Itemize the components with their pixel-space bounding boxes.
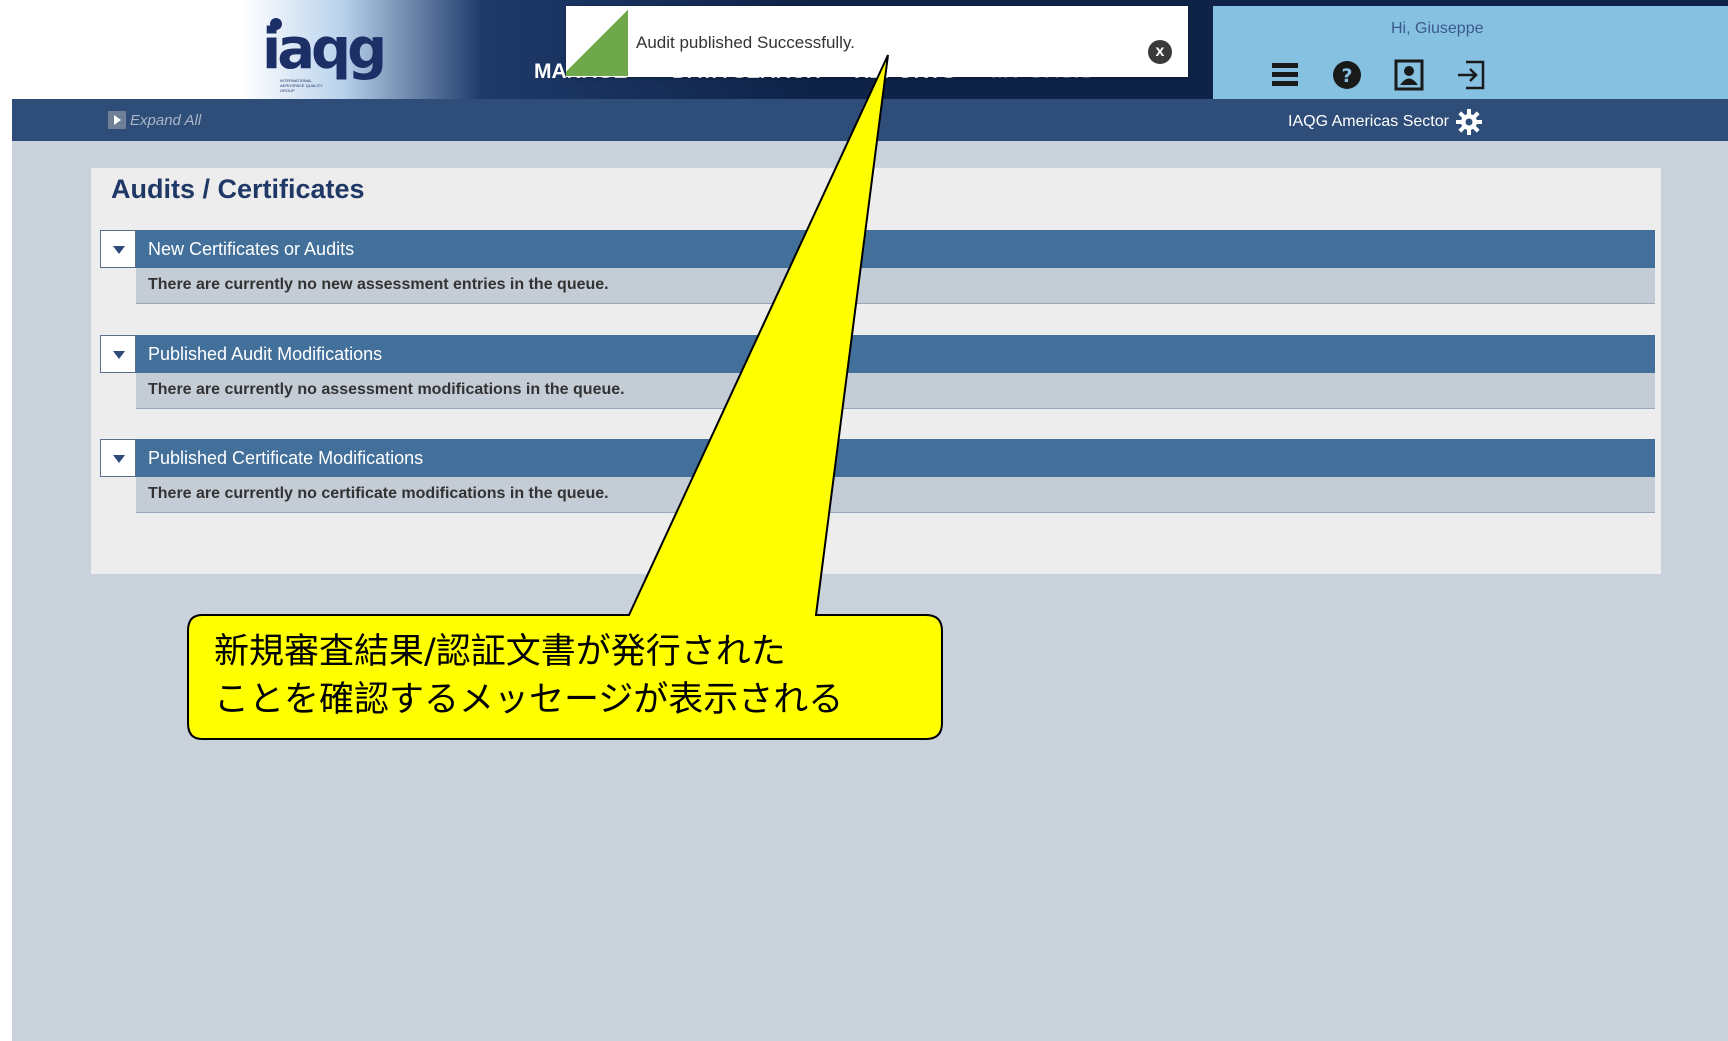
annotation-callout	[187, 54, 943, 740]
callout-text: 新規審査結果/認証文書が発行された ことを確認するメッセージが表示される	[214, 632, 844, 720]
